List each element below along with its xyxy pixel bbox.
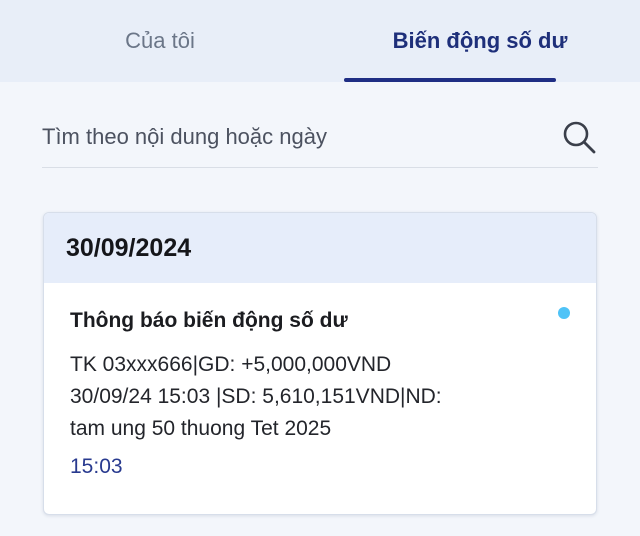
active-tab-indicator (344, 78, 556, 82)
notification-time: 15:03 (70, 455, 123, 478)
notification-body-line: TK 03xxx666|GD: +5,000,000VND (70, 353, 392, 376)
notification-body: TK 03xxx666|GD: +5,000,000VND 30/09/24 1… (70, 349, 540, 445)
search-bar (42, 106, 598, 168)
tab-cua-toi[interactable]: Của tôi (0, 0, 320, 82)
date-header: 30/09/2024 (44, 213, 596, 283)
unread-dot-icon (558, 307, 570, 319)
search-icon[interactable] (560, 118, 598, 156)
tab-bien-dong-so-du[interactable]: Biến động số dư (320, 0, 640, 82)
notification-title: Thông báo biến động số dư (70, 309, 348, 332)
notification-body-line: tam ung 50 thuong Tet 2025 (70, 417, 332, 440)
notification-group-card: 30/09/2024 Thông báo biến động số dư TK … (43, 212, 597, 515)
tab-bar: Của tôi Biến động số dư (0, 0, 640, 82)
search-input[interactable] (42, 123, 522, 150)
notification-item[interactable]: Thông báo biến động số dư TK 03xxx666|GD… (44, 283, 596, 479)
notification-body-line: 30/09/24 15:03 |SD: 5,610,151VND|ND: (70, 385, 442, 408)
